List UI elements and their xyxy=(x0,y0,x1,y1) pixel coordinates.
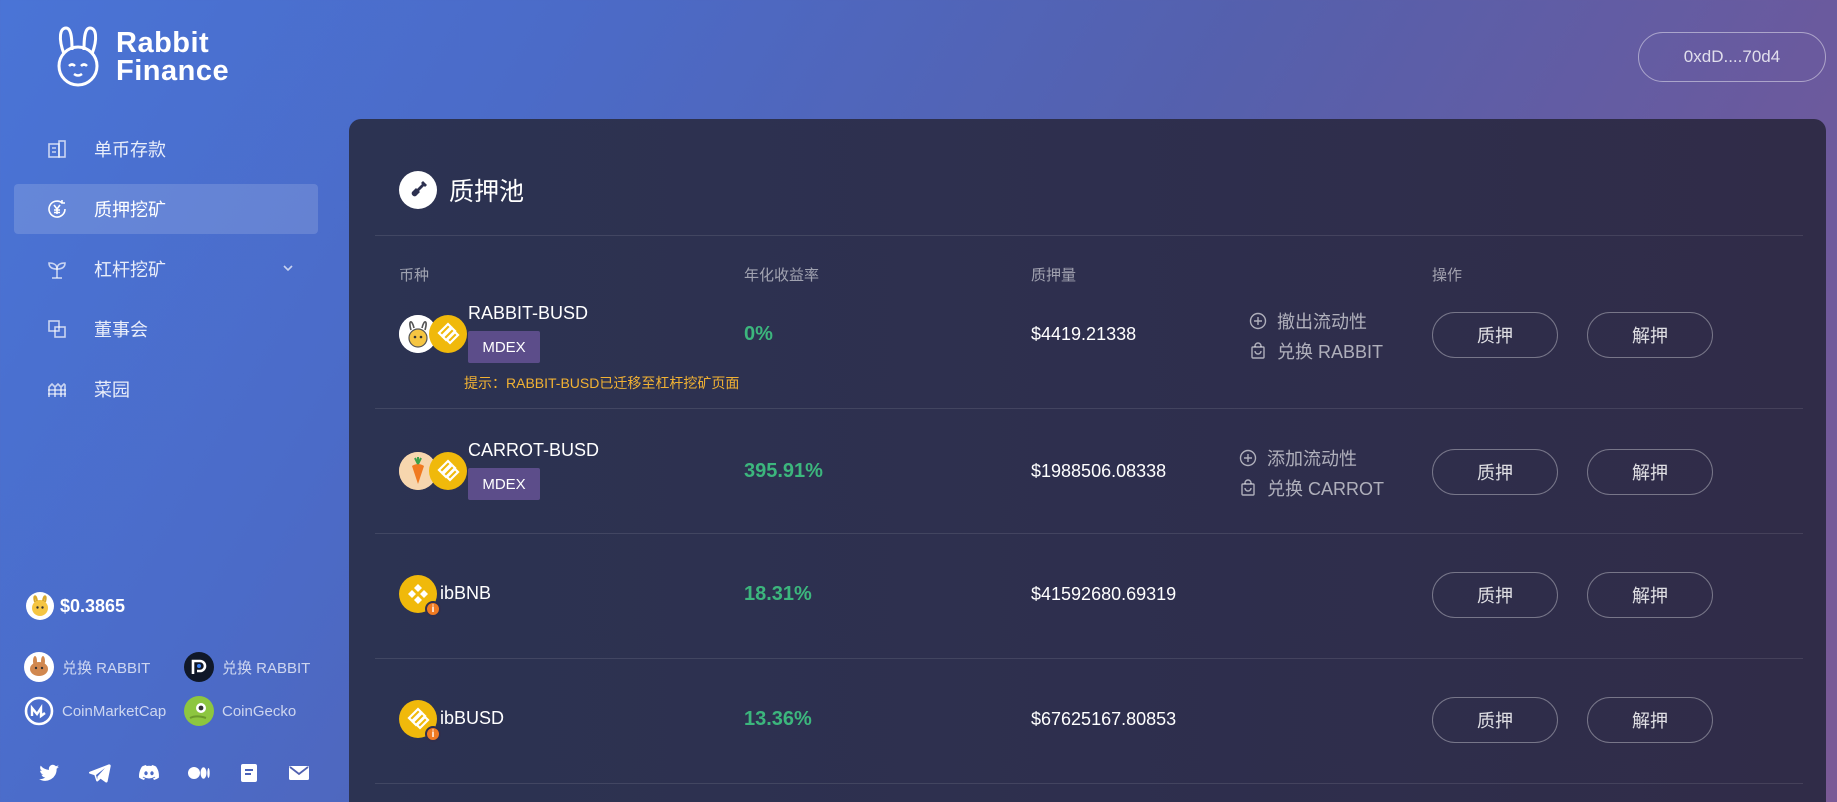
overlap-squares-icon xyxy=(44,316,70,342)
header-staked: 质押量 xyxy=(1031,267,1077,284)
mail-icon[interactable] xyxy=(286,760,312,786)
rabbit-token-icon xyxy=(26,592,54,620)
info-badge-icon: i xyxy=(425,726,441,742)
unstake-button[interactable]: 解押 xyxy=(1587,697,1713,743)
sidebar-item-label: 质押挖矿 xyxy=(94,200,166,220)
sidebar-item-label: 杠杆挖矿 xyxy=(94,260,166,280)
mdex-icon xyxy=(184,652,214,682)
sprout-icon xyxy=(44,256,70,282)
pair-name: RABBIT-BUSD xyxy=(468,303,589,323)
sidebar-nav: 单币存款 质押挖矿 杠杆挖矿 董事会 菜园 xyxy=(14,124,318,424)
link-label: 兑换 RABBIT xyxy=(62,659,151,677)
link-label: CoinMarketCap xyxy=(62,702,167,720)
bag-icon xyxy=(1251,342,1265,359)
header-apy: 年化收益率 xyxy=(744,267,820,284)
telegram-icon[interactable] xyxy=(86,760,112,786)
coinmarketcap-icon xyxy=(24,696,54,726)
unstake-button[interactable]: 解押 xyxy=(1587,312,1713,358)
apy-value: 13.36% xyxy=(744,708,812,730)
link-pancakeswap[interactable]: 兑换 RABBIT xyxy=(24,652,184,682)
pair-icons: i xyxy=(399,700,441,742)
sidebar-item-board[interactable]: 董事会 xyxy=(14,304,318,354)
circle-plus-icon xyxy=(1249,312,1267,330)
link-coingecko[interactable]: CoinGecko xyxy=(184,696,324,726)
wallet-address-button[interactable]: 0xdD....70d4 xyxy=(1638,32,1826,82)
sidebar-item-label: 单币存款 xyxy=(94,140,166,160)
stake-button[interactable]: 质押 xyxy=(1432,572,1558,618)
add-liquidity-link[interactable]: 添加流动性 xyxy=(1239,445,1357,471)
ibbusd-token-icon: i xyxy=(399,700,441,742)
staked-value: $67625167.80853 xyxy=(1031,709,1177,729)
brand-logo[interactable]: Rabbit Finance xyxy=(50,26,229,88)
apy-value: 18.31% xyxy=(744,583,812,605)
divider xyxy=(375,658,1803,659)
pair-name: CARROT-BUSD xyxy=(468,440,600,460)
brand-name: Rabbit Finance xyxy=(116,27,230,87)
remove-liquidity-link[interactable]: 撤出流动性 xyxy=(1249,308,1367,334)
unstake-button[interactable]: 解押 xyxy=(1587,572,1713,618)
pancakeswap-icon xyxy=(24,652,54,682)
pair-name: ibBUSD xyxy=(440,708,505,728)
sidebar-item-label: 菜园 xyxy=(94,380,130,400)
pair-name: ibBNB xyxy=(440,583,492,603)
sidebar-item-leverage[interactable]: 杠杆挖矿 xyxy=(14,244,318,294)
stake-button[interactable]: 质押 xyxy=(1432,312,1558,358)
coingecko-icon xyxy=(184,696,214,726)
medium-icon[interactable] xyxy=(186,760,212,786)
circle-plus-icon xyxy=(1239,449,1257,467)
divider xyxy=(375,235,1803,236)
platform-badge: MDEX xyxy=(468,331,540,363)
pair-icons: i xyxy=(399,575,441,617)
unstake-button[interactable]: 解押 xyxy=(1587,449,1713,495)
divider xyxy=(375,533,1803,534)
divider xyxy=(375,408,1803,409)
sidebar-item-deposit[interactable]: 单币存款 xyxy=(14,124,318,174)
busd-token-icon xyxy=(429,315,467,353)
bag-icon xyxy=(1241,479,1255,496)
social-links xyxy=(36,760,312,786)
link-label: CoinGecko xyxy=(222,702,297,720)
header-actions: 操作 xyxy=(1432,267,1463,284)
sidebar-item-garden[interactable]: 菜园 xyxy=(14,364,318,414)
apy-value: 0% xyxy=(744,323,773,345)
chevron-down-icon[interactable] xyxy=(280,260,296,276)
link-label: 兑换 RABBIT xyxy=(222,659,311,677)
page-title-text: 质押池 xyxy=(449,178,525,206)
staked-value: $41592680.69319 xyxy=(1031,584,1177,604)
ibbnb-token-icon: i xyxy=(399,575,441,617)
rabbit-logo-icon xyxy=(57,26,99,87)
yen-refresh-icon xyxy=(44,196,70,222)
staked-value: $4419.21338 xyxy=(1031,324,1137,344)
pair-icons xyxy=(399,452,467,490)
link-mdex[interactable]: 兑换 RABBIT xyxy=(184,652,324,682)
busd-token-icon xyxy=(429,452,467,490)
price-value: $0.3865 xyxy=(60,595,126,616)
rabbit-price: $0.3865 xyxy=(26,592,125,620)
sidebar-item-staking[interactable]: 质押挖矿 xyxy=(14,184,318,234)
apy-value: 395.91% xyxy=(744,460,823,482)
discord-icon[interactable] xyxy=(136,760,162,786)
info-badge-icon: i xyxy=(425,601,441,617)
building-icon xyxy=(44,136,70,162)
header-coin: 币种 xyxy=(399,267,430,284)
page-title: 质押池 xyxy=(399,171,524,209)
shovel-icon xyxy=(399,171,437,209)
external-links: 兑换 RABBIT 兑换 RABBIT CoinMarketCap CoinGe… xyxy=(24,652,324,726)
swap-rabbit-link[interactable]: 兑换 RABBIT xyxy=(1249,338,1383,364)
stake-button[interactable]: 质押 xyxy=(1432,697,1558,743)
staked-value: $1988506.08338 xyxy=(1031,461,1167,481)
staking-pool-panel: 质押池 币种 年化收益率 质押量 操作 RABBIT-BUSD MDEX 提示：… xyxy=(349,119,1826,802)
garden-fence-icon xyxy=(44,376,70,402)
gitbook-icon[interactable] xyxy=(236,760,262,786)
divider xyxy=(375,783,1803,784)
migration-tip: 提示：RABBIT-BUSD已迁移至杠杆挖矿页面 xyxy=(464,375,740,391)
sidebar-item-label: 董事会 xyxy=(94,320,148,340)
platform-badge: MDEX xyxy=(468,468,540,500)
pair-icons xyxy=(399,315,467,353)
swap-carrot-link[interactable]: 兑换 CARROT xyxy=(1239,475,1384,501)
link-coinmarketcap[interactable]: CoinMarketCap xyxy=(24,696,184,726)
stake-button[interactable]: 质押 xyxy=(1432,449,1558,495)
twitter-icon[interactable] xyxy=(36,760,62,786)
